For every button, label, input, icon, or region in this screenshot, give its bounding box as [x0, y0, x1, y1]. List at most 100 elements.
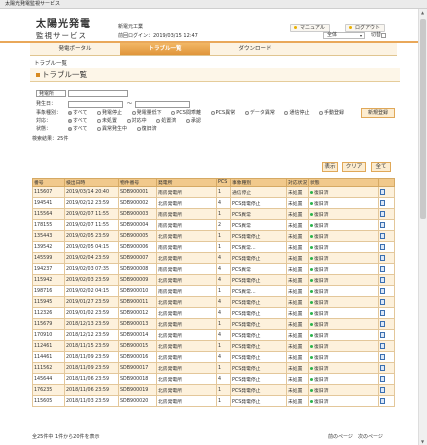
logo-line1: 太陽光発電: [36, 19, 91, 30]
status-opt-unhandled[interactable]: 未処置: [97, 118, 121, 124]
event-opt-pcs-gap[interactable]: PCS間乖離: [171, 110, 205, 116]
table-row[interactable]: 115564 2019/02/07 11:55 SDB900003 南房発電所 1 PCS…: [32, 208, 395, 220]
detail-document-icon[interactable]: [380, 210, 385, 217]
detail-document-icon[interactable]: [380, 243, 385, 250]
col-event[interactable]: 事象種別: [230, 178, 287, 187]
event-opt-gen-drop[interactable]: 発電量低下: [131, 110, 166, 116]
detail-document-icon[interactable]: [380, 287, 385, 294]
plant-select[interactable]: 発電所: [36, 90, 66, 97]
scope-select[interactable]: 全体: [323, 32, 365, 39]
manual-button[interactable]: マニュアル: [290, 24, 330, 32]
show-button[interactable]: 表示: [322, 162, 338, 172]
detail-document-icon[interactable]: [380, 364, 385, 371]
col-number[interactable]: 番号: [32, 178, 65, 187]
state-opt-all[interactable]: すべて: [68, 126, 91, 132]
event-opt-data-error[interactable]: データ異常: [244, 110, 279, 116]
col-plant[interactable]: 発電所: [156, 178, 217, 187]
table-row[interactable]: 112461 2018/11/15 23:59 SDB900015 北房発電所 1 PCS…: [32, 340, 395, 352]
table-row[interactable]: 145644 2018/11/06 23:59 SDB900018 北房発電所 4 PCS…: [32, 373, 395, 385]
table-row[interactable]: 176235 2018/11/06 23:59 SDB900019 北房発電所 1 PCS…: [32, 384, 395, 396]
detail-document-icon[interactable]: [380, 375, 385, 382]
cell-plant: 北房発電所: [156, 395, 217, 407]
col-property[interactable]: 物件番号: [118, 178, 157, 187]
status-opt-approved[interactable]: 承認: [185, 118, 205, 124]
table-row[interactable]: 115607 2019/03/14 20:40 SDB900001 南房発電所 1 通信停…: [32, 186, 395, 198]
cell-detected: 2018/12/12 23:59: [64, 329, 119, 341]
cell-property: SDB900016: [118, 351, 157, 363]
detail-document-icon[interactable]: [380, 386, 385, 393]
logout-button[interactable]: ログアウト: [345, 24, 386, 32]
status-opt-all[interactable]: すべて: [68, 118, 91, 124]
table-row[interactable]: 198716 2019/02/02 04:15 SDB900010 南房発電所 1 PCS…: [32, 285, 395, 297]
scrollbar-thumb[interactable]: [420, 19, 426, 219]
table-row[interactable]: 135443 2019/02/05 23:59 SDB900005 北房発電所 1 PCS…: [32, 230, 395, 242]
table-row[interactable]: 170910 2018/12/12 23:59 SDB900014 北房発電所 4 PCS…: [32, 329, 395, 341]
detail-document-icon[interactable]: [380, 188, 385, 195]
cell-detected: 2018/11/03 23:59: [64, 395, 119, 407]
col-pcs[interactable]: PCS: [216, 178, 231, 187]
table-row[interactable]: 178155 2019/02/07 11:55 SDB900004 南房発電所 2 PCS…: [32, 219, 395, 231]
state-opt-recovered[interactable]: 復旧済: [136, 126, 161, 132]
event-opt-comm-stop[interactable]: 通信停止: [284, 110, 313, 116]
detail-document-icon[interactable]: [380, 320, 385, 327]
detail-document-icon[interactable]: [380, 309, 385, 316]
tab-trouble-list[interactable]: トラブル一覧: [120, 43, 210, 55]
plant-input[interactable]: [68, 90, 128, 97]
detail-document-icon[interactable]: [380, 353, 385, 360]
switch-label: 切替: [371, 32, 382, 38]
switch-checkbox[interactable]: [381, 33, 386, 38]
table-row[interactable]: 115942 2019/02/03 23:59 SDB900009 北房発電所 4 PCS…: [32, 274, 395, 286]
detail-document-icon[interactable]: [380, 331, 385, 338]
table-row[interactable]: 194541 2019/02/12 23:59 SDB900002 北房発電所 4 PCS…: [32, 197, 395, 209]
recovered-status-icon: [310, 311, 313, 315]
table-row[interactable]: 145599 2019/02/04 23:59 SDB900007 北房発電所 4 PCS…: [32, 252, 395, 264]
scroll-down-icon[interactable]: ▼: [421, 439, 424, 444]
event-opt-pcs-error[interactable]: PCS異常: [210, 110, 240, 116]
col-state[interactable]: 状態: [308, 178, 379, 187]
tab-download[interactable]: ダウンロード: [210, 43, 300, 55]
table-row[interactable]: 114461 2018/11/09 23:59 SDB900016 北房発電所 4 PCS…: [32, 351, 395, 363]
detail-document-icon[interactable]: [380, 254, 385, 261]
period-end-input[interactable]: [135, 101, 190, 108]
event-opt-manual[interactable]: 手動登録: [319, 110, 348, 116]
table-row[interactable]: 115945 2019/01/27 23:59 SDB900011 北房発電所 4 PCS…: [32, 296, 395, 308]
detail-document-icon[interactable]: [380, 342, 385, 349]
detail-document-icon[interactable]: [380, 265, 385, 272]
cell-state: 復旧済: [308, 208, 379, 220]
event-opt-gen-stop[interactable]: 発電停止: [97, 110, 126, 116]
scrollbar[interactable]: ▲ ▼: [418, 9, 427, 445]
detail-document-icon[interactable]: [380, 232, 385, 239]
cell-event: PCS異常…: [230, 285, 287, 297]
prev-page-link[interactable]: 前のページ: [328, 434, 353, 440]
detail-document-icon[interactable]: [380, 397, 385, 404]
col-detected[interactable]: 検出日時: [64, 178, 119, 187]
detail-document-icon[interactable]: [380, 276, 385, 283]
detail-document-icon[interactable]: [380, 221, 385, 228]
detail-document-icon[interactable]: [380, 199, 385, 206]
table-row[interactable]: 194237 2019/02/03 07:35 SDB900008 南房発電所 4 PCS…: [32, 263, 395, 275]
cell-property: SDB900015: [118, 340, 157, 352]
state-opt-active[interactable]: 異常発生中: [97, 126, 131, 132]
next-page-link[interactable]: 次のページ: [358, 434, 383, 440]
clear-button[interactable]: クリア: [342, 162, 366, 172]
status-opt-done[interactable]: 処置済: [156, 118, 180, 124]
cell-event: PCS発電停止: [230, 395, 287, 407]
table-row[interactable]: 112326 2019/01/02 23:59 SDB900012 北房発電所 4 PCS…: [32, 307, 395, 319]
table-row[interactable]: 115605 2018/11/03 23:59 SDB900020 北房発電所 1 PCS…: [32, 395, 395, 407]
scroll-up-icon[interactable]: ▲: [421, 10, 424, 15]
event-opt-all[interactable]: すべて: [68, 110, 91, 116]
all-button[interactable]: 全て: [371, 162, 391, 172]
col-response[interactable]: 対応状況: [286, 178, 309, 187]
tab-portal[interactable]: 発電ポータル: [30, 43, 120, 55]
status-opt-in-progress[interactable]: 対応中: [126, 118, 151, 124]
cell-pcs: 1: [216, 186, 231, 198]
table-row[interactable]: 139542 2019/02/05 04:15 SDB900006 南房発電所 1 PCS…: [32, 241, 395, 253]
detail-document-icon[interactable]: [380, 298, 385, 305]
new-entry-button[interactable]: 新規登録: [361, 108, 395, 118]
cell-number: 145599: [32, 252, 65, 264]
table-row[interactable]: 111562 2018/11/09 23:59 SDB900017 北房発電所 1 PCS…: [32, 362, 395, 374]
cell-number: 145644: [32, 373, 65, 385]
result-count: 検索結果：25件: [32, 136, 69, 142]
table-row[interactable]: 115679 2018/12/13 23:59 SDB900013 北房発電所 1 PCS…: [32, 318, 395, 330]
period-start-input[interactable]: [68, 101, 123, 108]
